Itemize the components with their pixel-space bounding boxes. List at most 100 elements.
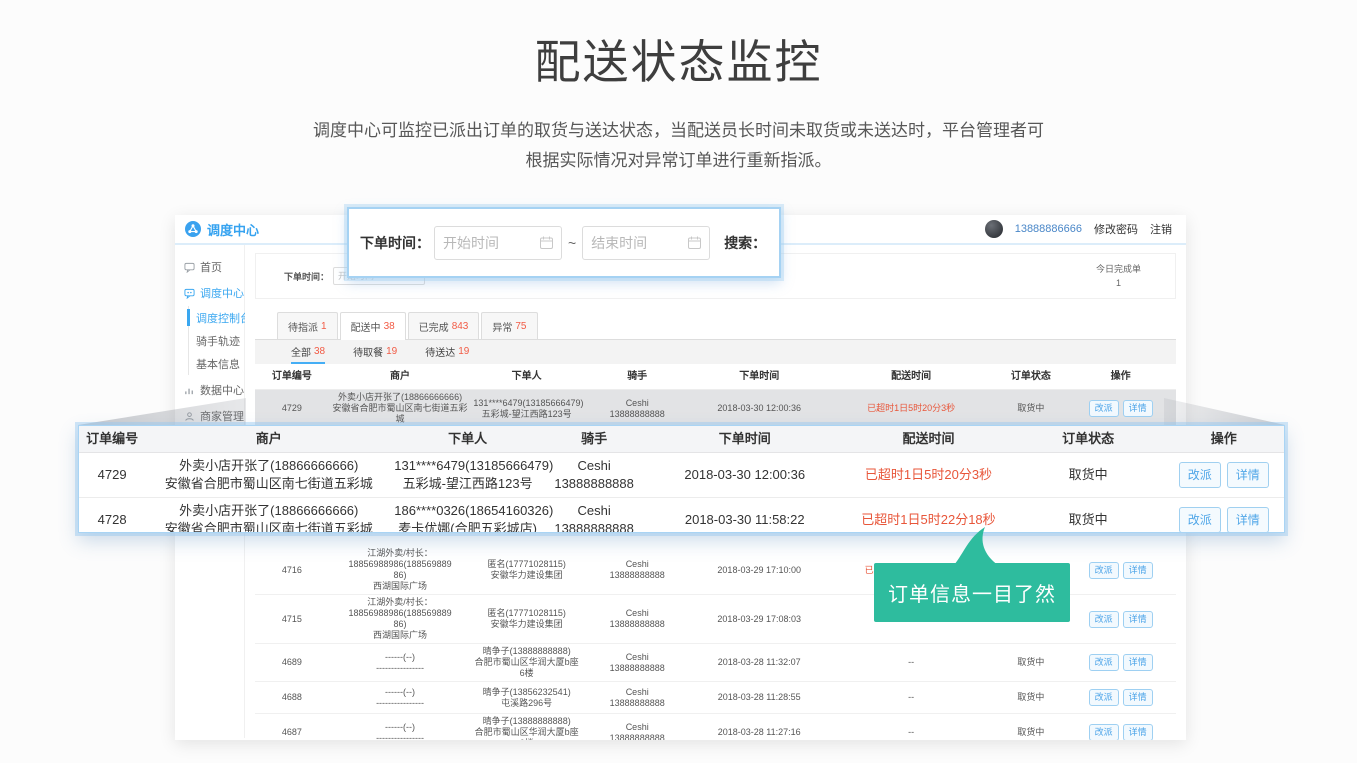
tab-label: 异常 [492, 319, 512, 334]
cell-customer: 186****0326(18654160326) 麦卡优娜(合肥五彩城店) [392, 498, 543, 533]
details-button[interactable]: 详情 [1227, 507, 1269, 533]
sidebar-item-home[interactable]: 首页 [175, 254, 244, 280]
details-button[interactable]: 详情 [1123, 724, 1153, 740]
cell-rider: Ceshi 13888888888 [543, 453, 645, 497]
tab-abnormal[interactable]: 异常75 [481, 312, 537, 339]
brand: 调度中心 [185, 220, 259, 239]
details-button[interactable]: 详情 [1123, 611, 1153, 628]
cell-customer: 晴争子(13888888888) 合肥市蜀山区华润大厦b座6楼 [471, 714, 582, 740]
table-header-row: 订单编号 商户 下单人 骑手 下单时间 配送时间 订单状态 操作 [255, 364, 1176, 390]
col-order-id: 订单编号 [79, 426, 145, 452]
reassign-button[interactable]: 改派 [1089, 562, 1119, 579]
reassign-button[interactable]: 改派 [1089, 400, 1119, 417]
user-phone[interactable]: 13888886666 [1015, 223, 1082, 235]
cell-merchant: 外卖小店开张了(18866666666) 安徽省合肥市蜀山区南七街道五彩城 [145, 498, 392, 533]
cell-delivery-time: 已超时1日5时20分3秒 [826, 401, 996, 416]
reassign-button[interactable]: 改派 [1089, 654, 1119, 671]
start-time-placeholder: 开始时间 [443, 233, 540, 253]
page-title: 配送状态监控 [0, 26, 1357, 92]
sidebar-item-data-center[interactable]: 数据中心 [175, 377, 244, 403]
col-merchant: 商户 [145, 426, 392, 452]
search-label: 搜索： [724, 233, 766, 253]
filter-label: 下单时间： [284, 270, 329, 283]
tab-completed[interactable]: 已完成843 [408, 312, 480, 339]
table-row: 4688 ------(--) ---------------- 晴争子(138… [255, 682, 1176, 714]
page-subtitle: 调度中心可监控已派出订单的取货与送达状态，当配送员长时间未取货或未送达时，平台管… [0, 116, 1357, 176]
cell-merchant: ------(--) ---------------- [329, 650, 472, 676]
details-button[interactable]: 详情 [1123, 400, 1153, 417]
cell-order-time: 2018-03-28 11:28:55 [692, 690, 826, 705]
sidebar-item-label: 调度控制台 [196, 310, 251, 326]
cell-customer: 匿名(17771028115) 安徽华力建设集团 [471, 606, 582, 632]
cell-rider: Ceshi 13888888888 [582, 606, 693, 632]
sidebar-item-dispatch-center[interactable]: 调度中心 [175, 280, 244, 306]
cell-order-id: 4729 [79, 462, 145, 488]
details-button[interactable]: 详情 [1123, 689, 1153, 706]
cell-order-time: 2018-03-28 11:27:16 [692, 725, 826, 740]
reassign-button[interactable]: 改派 [1089, 724, 1119, 740]
start-time-input[interactable]: 开始时间 [434, 226, 562, 260]
change-password-link[interactable]: 修改密码 [1094, 221, 1138, 237]
cell-order-id: 4715 [255, 612, 329, 627]
zoom-table-header-row: 订单编号 商户 下单人 骑手 下单时间 配送时间 订单状态 操作 [79, 426, 1284, 453]
cell-merchant: 外卖小店开张了(18866666666) 安徽省合肥市蜀山区南七街道五彩城 [145, 453, 392, 497]
cell-order-id: 4687 [255, 725, 329, 740]
sidebar-item-label: 骑手轨迹 [196, 333, 240, 349]
cell-delivery-time: 已超时1日5时20分3秒 [844, 462, 1013, 488]
cell-merchant: 江湖外卖/村长：18856988986(188569889 86) 西湖国际广场 [329, 595, 472, 643]
sidebar-item-label: 基本信息 [196, 356, 240, 372]
sidebar-item-basic-info[interactable]: 基本信息 [189, 352, 244, 375]
cell-customer: 晴争子(13856232541) 屯溪路296号 [471, 685, 582, 711]
reassign-button[interactable]: 改派 [1089, 611, 1119, 628]
calendar-icon [688, 236, 701, 249]
cell-status: 取货中 [996, 725, 1065, 740]
tab-delivering[interactable]: 配送中38 [340, 312, 406, 340]
search-bar-callout: 下单时间： 开始时间 ~ 结束时间 搜索： [347, 207, 781, 278]
sidebar-item-label: 调度中心 [200, 285, 244, 301]
info-bubble-text: 订单信息一目了然 [888, 578, 1056, 607]
calendar-icon [540, 236, 553, 249]
subtab-pending-pickup[interactable]: 待取餐19 [353, 340, 397, 364]
cell-status: 取货中 [1013, 462, 1164, 488]
cell-delivery-time: -- [826, 690, 996, 705]
sidebar-subgroup: 调度控制台 骑手轨迹 基本信息 [188, 306, 244, 375]
col-customer: 下单人 [471, 369, 582, 384]
subtab-pending-delivery[interactable]: 待送达19 [425, 340, 469, 364]
subtab-count: 19 [458, 346, 469, 357]
subtab-count: 38 [314, 346, 325, 357]
reassign-button[interactable]: 改派 [1089, 689, 1119, 706]
subtab-all[interactable]: 全部38 [291, 340, 325, 364]
reassign-button[interactable]: 改派 [1179, 462, 1221, 488]
details-button[interactable]: 详情 [1227, 462, 1269, 488]
tab-pending-assign[interactable]: 待指派1 [277, 312, 338, 339]
today-completed-value: 1 [1096, 276, 1141, 290]
subtab-label: 待送达 [425, 344, 455, 359]
details-button[interactable]: 详情 [1123, 562, 1153, 579]
col-status: 订单状态 [996, 369, 1065, 384]
cell-order-id: 4728 [79, 507, 145, 533]
dispatch-icon [184, 288, 195, 299]
sub-tabs: 全部38 待取餐19 待送达19 [255, 340, 1176, 364]
logout-link[interactable]: 注销 [1150, 221, 1172, 237]
info-bubble: 订单信息一目了然 [874, 563, 1070, 622]
cell-order-time: 2018-03-30 11:58:22 [645, 507, 844, 533]
sidebar-item-dispatch-console[interactable]: 调度控制台 [189, 306, 244, 329]
subtab-count: 19 [386, 346, 397, 357]
end-time-placeholder: 结束时间 [591, 233, 688, 253]
today-completed-label: 今日完成单 [1096, 262, 1141, 276]
col-rider: 骑手 [543, 426, 645, 452]
cell-rider: Ceshi 13888888888 [543, 498, 645, 533]
page-subtitle-line2: 根据实际情况对异常订单进行重新指派。 [0, 146, 1357, 176]
col-customer: 下单人 [392, 426, 543, 452]
details-button[interactable]: 详情 [1123, 654, 1153, 671]
col-delivery-time: 配送时间 [844, 426, 1013, 452]
cell-merchant: ------(--) ---------------- [329, 685, 472, 711]
zoom-table-row: 4728 外卖小店开张了(18866666666) 安徽省合肥市蜀山区南七街道五… [79, 498, 1284, 533]
user-avatar[interactable] [985, 220, 1003, 238]
reassign-button[interactable]: 改派 [1179, 507, 1221, 533]
end-time-input[interactable]: 结束时间 [582, 226, 710, 260]
cell-rider: Ceshi 13888888888 [582, 720, 693, 741]
cell-rider: Ceshi 13888888888 [582, 650, 693, 676]
sidebar-item-rider-track[interactable]: 骑手轨迹 [189, 329, 244, 352]
order-time-label: 下单时间： [360, 233, 430, 253]
